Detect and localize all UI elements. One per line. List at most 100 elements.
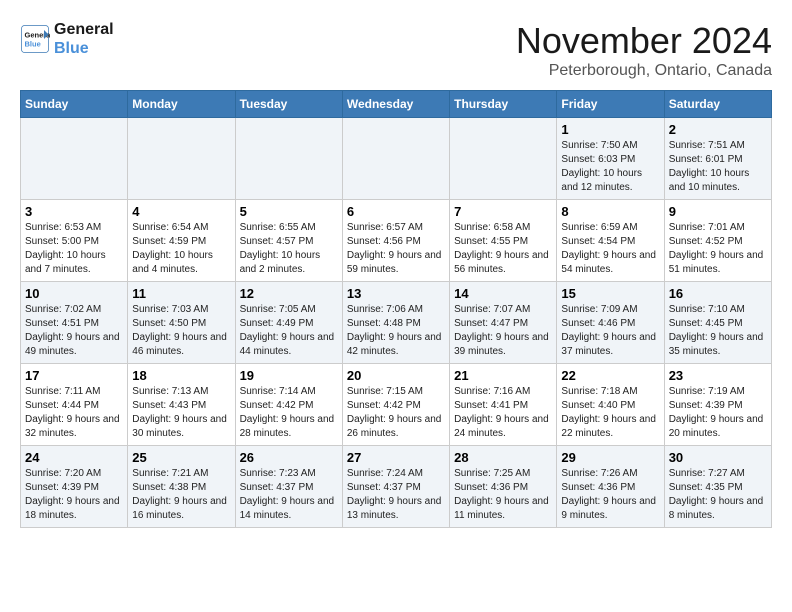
calendar-cell: 5Sunrise: 6:55 AM Sunset: 4:57 PM Daylig…: [235, 200, 342, 282]
calendar-cell: 28Sunrise: 7:25 AM Sunset: 4:36 PM Dayli…: [450, 446, 557, 528]
calendar-cell: 27 Sunrise: 7:24 AM Sunset: 4:37 PM Dayli…: [342, 446, 449, 528]
day-info: Sunrise: 7:05 AM Sunset: 4:49 PM Dayligh…: [240, 303, 338, 359]
day-info: Sunrise: 7:27 AM Sunset: 4:35 PM Dayligh…: [669, 467, 767, 523]
logo-general: General: [54, 20, 114, 39]
day-number: 9: [669, 204, 767, 219]
calendar-cell: 29 Sunrise: 7:26 AM Sunset: 4:36 PM Dayli…: [557, 446, 664, 528]
calendar-week-5: 24 Sunrise: 7:20 AM Sunset: 4:39 PM Dayli…: [21, 446, 772, 528]
header-sunday: Sunday: [21, 91, 128, 118]
calendar-cell: [235, 118, 342, 200]
calendar-cell: [342, 118, 449, 200]
day-info: Sunrise: 7:21 AM Sunset: 4:38 PM Dayligh…: [132, 467, 230, 523]
day-info: Sunrise: 7:24 AM Sunset: 4:37 PM Dayligh…: [347, 467, 445, 523]
day-info: Sunrise: 7:50 AM Sunset: 6:03 PM Dayligh…: [561, 139, 659, 195]
calendar-cell: 4 Sunrise: 6:54 AM Sunset: 4:59 PM Daylig…: [128, 200, 235, 282]
day-info: Sunrise: 7:23 AM Sunset: 4:37 PM Dayligh…: [240, 467, 338, 523]
calendar-header-row: SundayMondayTuesdayWednesdayThursdayFrid…: [21, 91, 772, 118]
day-number: 15: [561, 286, 659, 301]
day-info: Sunrise: 7:03 AM Sunset: 4:50 PM Dayligh…: [132, 303, 230, 359]
calendar-cell: 6 Sunrise: 6:57 AM Sunset: 4:56 PM Daylig…: [342, 200, 449, 282]
day-number: 27: [347, 450, 445, 465]
svg-text:Blue: Blue: [25, 40, 41, 49]
calendar-cell: [21, 118, 128, 200]
header-tuesday: Tuesday: [235, 91, 342, 118]
day-number: 21: [454, 368, 552, 383]
calendar-cell: 16 Sunrise: 7:10 AM Sunset: 4:45 PM Dayli…: [664, 282, 771, 364]
header-monday: Monday: [128, 91, 235, 118]
day-info: Sunrise: 6:59 AM Sunset: 4:54 PM Dayligh…: [561, 221, 659, 277]
title-block: November 2024 Peterborough, Ontario, Can…: [516, 20, 772, 80]
calendar-cell: 14Sunrise: 7:07 AM Sunset: 4:47 PM Dayli…: [450, 282, 557, 364]
calendar-cell: 19 Sunrise: 7:14 AM Sunset: 4:42 PM Dayli…: [235, 364, 342, 446]
header-saturday: Saturday: [664, 91, 771, 118]
day-number: 11: [132, 286, 230, 301]
day-number: 10: [25, 286, 123, 301]
day-info: Sunrise: 7:16 AM Sunset: 4:41 PM Dayligh…: [454, 385, 552, 441]
day-number: 28: [454, 450, 552, 465]
day-info: Sunrise: 7:51 AM Sunset: 6:01 PM Dayligh…: [669, 139, 767, 195]
day-info: Sunrise: 6:57 AM Sunset: 4:56 PM Dayligh…: [347, 221, 445, 277]
day-info: Sunrise: 6:54 AM Sunset: 4:59 PM Dayligh…: [132, 221, 230, 277]
day-info: Sunrise: 7:01 AM Sunset: 4:52 PM Dayligh…: [669, 221, 767, 277]
logo: General Blue General Blue: [20, 20, 114, 58]
day-info: Sunrise: 6:58 AM Sunset: 4:55 PM Dayligh…: [454, 221, 552, 277]
day-number: 17: [25, 368, 123, 383]
day-info: Sunrise: 6:55 AM Sunset: 4:57 PM Dayligh…: [240, 221, 338, 277]
calendar-week-1: 1 Sunrise: 7:50 AM Sunset: 6:03 PM Daylig…: [21, 118, 772, 200]
calendar-cell: 23Sunrise: 7:19 AM Sunset: 4:39 PM Dayli…: [664, 364, 771, 446]
calendar-cell: 10Sunrise: 7:02 AM Sunset: 4:51 PM Dayli…: [21, 282, 128, 364]
calendar-cell: 9 Sunrise: 7:01 AM Sunset: 4:52 PM Daylig…: [664, 200, 771, 282]
calendar-week-3: 10Sunrise: 7:02 AM Sunset: 4:51 PM Dayli…: [21, 282, 772, 364]
day-number: 4: [132, 204, 230, 219]
logo-blue: Blue: [54, 39, 114, 58]
day-info: Sunrise: 7:10 AM Sunset: 4:45 PM Dayligh…: [669, 303, 767, 359]
logo-icon: General Blue: [20, 24, 50, 54]
calendar-cell: 8Sunrise: 6:59 AM Sunset: 4:54 PM Daylig…: [557, 200, 664, 282]
calendar-cell: 20Sunrise: 7:15 AM Sunset: 4:42 PM Dayli…: [342, 364, 449, 446]
calendar-cell: 2Sunrise: 7:51 AM Sunset: 6:01 PM Daylig…: [664, 118, 771, 200]
day-number: 6: [347, 204, 445, 219]
day-number: 16: [669, 286, 767, 301]
calendar-week-4: 17 Sunrise: 7:11 AM Sunset: 4:44 PM Dayli…: [21, 364, 772, 446]
day-number: 19: [240, 368, 338, 383]
day-info: Sunrise: 7:06 AM Sunset: 4:48 PM Dayligh…: [347, 303, 445, 359]
day-number: 1: [561, 122, 659, 137]
calendar-cell: 18Sunrise: 7:13 AM Sunset: 4:43 PM Dayli…: [128, 364, 235, 446]
day-info: Sunrise: 7:15 AM Sunset: 4:42 PM Dayligh…: [347, 385, 445, 441]
day-info: Sunrise: 7:19 AM Sunset: 4:39 PM Dayligh…: [669, 385, 767, 441]
calendar-cell: 17 Sunrise: 7:11 AM Sunset: 4:44 PM Dayli…: [21, 364, 128, 446]
header-thursday: Thursday: [450, 91, 557, 118]
day-info: Sunrise: 7:18 AM Sunset: 4:40 PM Dayligh…: [561, 385, 659, 441]
calendar-cell: 12 Sunrise: 7:05 AM Sunset: 4:49 PM Dayli…: [235, 282, 342, 364]
day-number: 7: [454, 204, 552, 219]
calendar-cell: 26 Sunrise: 7:23 AM Sunset: 4:37 PM Dayli…: [235, 446, 342, 528]
day-info: Sunrise: 6:53 AM Sunset: 5:00 PM Dayligh…: [25, 221, 123, 277]
page-header: General Blue General Blue November 2024 …: [20, 20, 772, 80]
day-number: 12: [240, 286, 338, 301]
calendar-cell: 7 Sunrise: 6:58 AM Sunset: 4:55 PM Daylig…: [450, 200, 557, 282]
day-number: 25: [132, 450, 230, 465]
day-number: 24: [25, 450, 123, 465]
calendar-cell: 1 Sunrise: 7:50 AM Sunset: 6:03 PM Daylig…: [557, 118, 664, 200]
day-number: 26: [240, 450, 338, 465]
day-number: 29: [561, 450, 659, 465]
day-info: Sunrise: 7:07 AM Sunset: 4:47 PM Dayligh…: [454, 303, 552, 359]
day-number: 18: [132, 368, 230, 383]
day-number: 13: [347, 286, 445, 301]
calendar-cell: [450, 118, 557, 200]
day-number: 3: [25, 204, 123, 219]
day-info: Sunrise: 7:14 AM Sunset: 4:42 PM Dayligh…: [240, 385, 338, 441]
calendar-cell: 30Sunrise: 7:27 AM Sunset: 4:35 PM Dayli…: [664, 446, 771, 528]
calendar-cell: 11 Sunrise: 7:03 AM Sunset: 4:50 PM Dayli…: [128, 282, 235, 364]
calendar-cell: 15 Sunrise: 7:09 AM Sunset: 4:46 PM Dayli…: [557, 282, 664, 364]
day-info: Sunrise: 7:26 AM Sunset: 4:36 PM Dayligh…: [561, 467, 659, 523]
calendar-cell: 21 Sunrise: 7:16 AM Sunset: 4:41 PM Dayli…: [450, 364, 557, 446]
day-info: Sunrise: 7:20 AM Sunset: 4:39 PM Dayligh…: [25, 467, 123, 523]
location: Peterborough, Ontario, Canada: [516, 62, 772, 80]
header-wednesday: Wednesday: [342, 91, 449, 118]
calendar-cell: 24 Sunrise: 7:20 AM Sunset: 4:39 PM Dayli…: [21, 446, 128, 528]
day-number: 22: [561, 368, 659, 383]
day-info: Sunrise: 7:09 AM Sunset: 4:46 PM Dayligh…: [561, 303, 659, 359]
calendar-cell: 22 Sunrise: 7:18 AM Sunset: 4:40 PM Dayli…: [557, 364, 664, 446]
day-info: Sunrise: 7:11 AM Sunset: 4:44 PM Dayligh…: [25, 385, 123, 441]
